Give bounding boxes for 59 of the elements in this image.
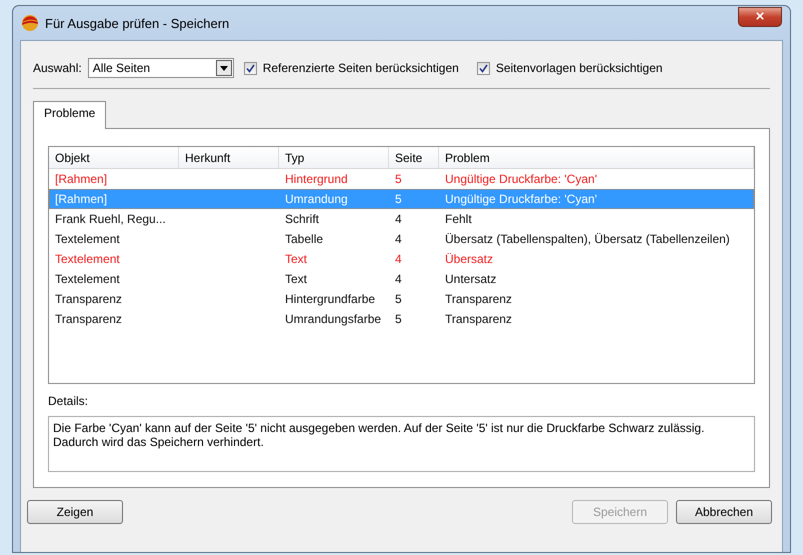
details-text: Die Farbe 'Cyan' kann auf der Seite '5' nicht ausgegeben werden. Auf der Seite '5' ist nur die Druckfarbe Schwarz zulässig. — [53, 421, 706, 435]
page-cell: 5 — [395, 172, 402, 186]
column-header[interactable]: Herkunft — [179, 147, 279, 168]
problem-cell: Untersatz — [445, 272, 496, 286]
object-cell: Textelement — [55, 272, 120, 286]
selection-label: Auswahl: — [33, 61, 82, 75]
checkbox-label: Seitenvorlagen berücksichtigen — [496, 61, 663, 75]
type-cell: Tabelle — [285, 232, 324, 246]
type-cell: Umrandungsfarbe — [285, 312, 382, 326]
table-row[interactable]: Textelement Text 4 Untersatz — [49, 269, 754, 289]
table-row[interactable]: Textelement Tabelle 4 Übersatz (Tabellenspalten), Übersatz (Tabellenzeilen) — [49, 229, 754, 249]
page-cell: 4 — [395, 232, 402, 246]
page-cell: 4 — [395, 212, 402, 226]
details-label: Details: — [48, 394, 90, 408]
table-row[interactable]: Transparenz Hintergrundfarbe 5 Transparenz — [49, 289, 754, 309]
type-cell: Text — [285, 252, 308, 266]
column-header[interactable]: Objekt — [49, 147, 179, 168]
checkbox[interactable] — [244, 62, 257, 74]
problem-cell: Transparenz — [445, 292, 512, 306]
type-cell: Hintergrundfarbe — [285, 292, 376, 306]
object-cell: Textelement — [55, 252, 120, 266]
column-header[interactable]: Typ — [279, 147, 389, 168]
type-cell: Text — [285, 272, 308, 286]
column-header[interactable]: Seite — [389, 147, 439, 168]
problem-cell: Ungültige Druckfarbe: 'Cyan' — [445, 192, 597, 206]
details-text: Dadurch wird das Speichern verhindert. — [53, 435, 265, 449]
problem-cell: Ungültige Druckfarbe: 'Cyan' — [445, 172, 597, 186]
object-cell: Textelement — [55, 232, 120, 246]
type-cell: Umrandung — [285, 192, 348, 206]
page-cell: 5 — [395, 192, 402, 206]
type-cell: Hintergrund — [285, 172, 348, 186]
column-header[interactable]: Problem — [439, 147, 754, 168]
object-cell: Frank Ruehl, Regu... — [55, 212, 166, 226]
problem-cell: Fehlt — [445, 212, 472, 226]
dialog-button[interactable]: Abbrechen — [676, 500, 772, 524]
page-cell: 5 — [395, 292, 402, 306]
checkbox[interactable] — [476, 62, 490, 74]
table-row[interactable]: Textelement Text 4 Übersatz — [49, 249, 754, 269]
table-row[interactable]: Transparenz Umrandungsfarbe 5 Transparenz — [49, 309, 754, 329]
app-icon — [21, 14, 39, 32]
problem-cell: Übersatz (Tabellenspalten), Übersatz (Tabellenzeilen) — [445, 232, 730, 246]
table-row[interactable]: [Rahmen] Hintergrund 5 Ungültige Druckfarbe: 'Cyan' — [49, 169, 754, 189]
object-cell: [Rahmen] — [55, 192, 108, 206]
object-cell: Transparenz — [55, 312, 122, 326]
checkbox-label: Referenzierte Seiten berücksichtigen — [262, 61, 459, 75]
object-cell: Transparenz — [55, 292, 122, 306]
selection-dropdown[interactable]: Alle Seiten — [88, 58, 234, 78]
object-cell: [Rahmen] — [55, 172, 108, 186]
close-button[interactable]: × — [738, 7, 782, 27]
tab[interactable]: Probleme — [33, 101, 106, 129]
window-title: Für Ausgabe prüfen - Speichern — [45, 16, 230, 30]
page-cell: 5 — [395, 312, 402, 326]
dialog-button[interactable]: Zeigen — [27, 500, 123, 524]
problem-cell: Übersatz — [445, 252, 494, 266]
problem-cell: Transparenz — [445, 312, 512, 326]
type-cell: Schrift — [285, 212, 320, 226]
page-cell: 4 — [395, 272, 402, 286]
page-cell: 4 — [395, 252, 402, 266]
table-row[interactable]: Frank Ruehl, Regu... Schrift 4 Fehlt — [49, 209, 754, 229]
